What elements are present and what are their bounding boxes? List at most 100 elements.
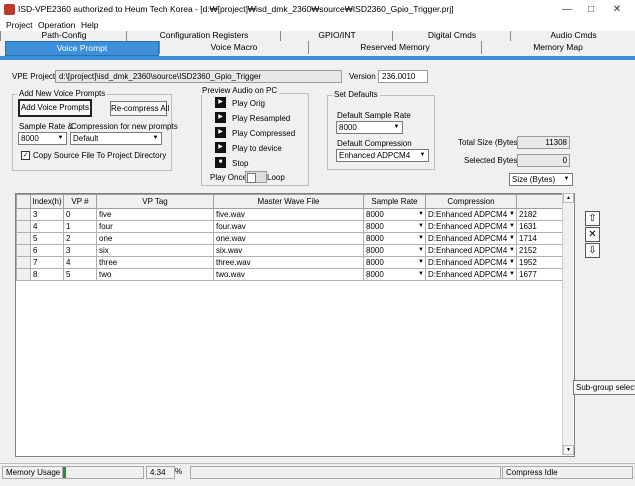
cell-compression[interactable]: D:Enhanced ADPCM4 ▼ [425,244,517,257]
play-mode-toggle[interactable] [245,171,267,183]
cell-vp-tag[interactable]: five [96,208,214,221]
chevron-down-icon[interactable]: ▼ [417,245,425,256]
cell-sample-rate[interactable]: 8000 ▼ [363,232,426,245]
cell-sample-rate[interactable]: 8000 ▼ [363,268,426,281]
maximize-button[interactable]: □ [580,2,602,17]
table-row[interactable]: 7 4 three three.wav 8000 ▼ D:Enhanced ADPCM4 ▼ 1… [16,256,563,269]
table-row[interactable]: 6 3 six six.wav 8000 ▼ D:Enhanced ADPCM4 ▼ 2152 [16,244,563,257]
cell-vp-num[interactable]: 2 [63,232,97,245]
add-voice-prompts-button[interactable]: Add Voice Prompts [18,99,92,117]
cell-index[interactable]: 6 [30,244,64,257]
tab-configuration-registers[interactable]: Configuration Registers [126,31,281,41]
cell-master-wave[interactable]: five.wav [213,208,364,221]
stop-button[interactable]: ■ [215,157,226,168]
cell-size[interactable]: 2182 [516,208,563,221]
cell-vp-num[interactable]: 3 [63,244,97,257]
table-scrollbar[interactable]: ▲ ▼ [562,193,574,455]
close-button[interactable]: ✕ [606,2,628,17]
cell-index[interactable]: 3 [30,208,64,221]
menu-operation[interactable]: Operation [38,19,75,31]
menu-help[interactable]: Help [81,19,98,31]
cell-vp-tag[interactable]: three [96,256,214,269]
table-row[interactable]: 5 2 one one.wav 8000 ▼ D:Enhanced ADPCM4 ▼ 1714 [16,232,563,245]
cell-sample-rate[interactable]: 8000 ▼ [363,256,426,269]
cell-size[interactable]: 1677 [516,268,563,281]
cell-vp-tag[interactable]: four [96,220,214,233]
chevron-down-icon[interactable]: ▼ [508,257,516,268]
chevron-down-icon[interactable]: ▼ [508,233,516,244]
chevron-down-icon[interactable]: ▼ [508,209,516,220]
row-header[interactable] [16,256,31,269]
delete-button[interactable]: ✕ [585,227,600,242]
cell-compression[interactable]: D:Enhanced ADPCM4 ▼ [425,268,517,281]
col-header-index[interactable]: Index(h) [30,194,64,209]
cell-size[interactable]: 2152 [516,244,563,257]
cell-size[interactable]: 1952 [516,256,563,269]
size-unit-select[interactable]: Size (Bytes) ▼ [509,173,573,186]
chevron-down-icon[interactable]: ▼ [417,209,425,220]
row-header[interactable] [16,268,31,281]
cell-index[interactable]: 7 [30,256,64,269]
cell-master-wave[interactable]: six.wav [213,244,364,257]
cell-vp-tag[interactable]: one [96,232,214,245]
cell-sample-rate[interactable]: 8000 ▼ [363,244,426,257]
row-header[interactable] [16,220,31,233]
col-header-sample-rate[interactable]: Sample Rate [363,194,426,209]
chevron-down-icon[interactable]: ▼ [417,233,425,244]
tab-voice-macro[interactable]: Voice Macro [159,41,308,54]
cell-vp-tag[interactable]: six [96,244,214,257]
tab-audio-cmds[interactable]: Audio Cmds [510,31,635,41]
play-device-button[interactable]: ▶ [215,142,226,153]
subgroup-selection-button[interactable]: Sub-group selection [573,380,635,395]
tab-path-config[interactable]: Path-Config [0,31,127,41]
cell-sample-rate[interactable]: 8000 ▼ [363,220,426,233]
cell-size[interactable]: 1714 [516,232,563,245]
cell-index[interactable]: 8 [30,268,64,281]
copy-source-checkbox[interactable]: ✓ [21,151,30,160]
play-compressed-button[interactable]: ▶ [215,127,226,138]
chevron-down-icon[interactable]: ▼ [508,221,516,232]
play-resampled-button[interactable]: ▶ [215,112,226,123]
cell-master-wave[interactable]: four.wav [213,220,364,233]
move-up-button[interactable]: ⇧ [585,211,600,226]
table-row[interactable]: 4 1 four four.wav 8000 ▼ D:Enhanced ADPCM4 ▼ 163… [16,220,563,233]
play-orig-button[interactable]: ▶ [215,97,226,108]
row-header[interactable] [16,244,31,257]
scroll-down-icon[interactable]: ▼ [563,445,574,455]
chevron-down-icon[interactable]: ▼ [508,245,516,256]
chevron-down-icon[interactable]: ▼ [417,221,425,232]
chevron-down-icon[interactable]: ▼ [508,269,516,280]
table-row[interactable]: 3 0 five five.wav 8000 ▼ D:Enhanced ADPCM4 ▼ 218… [16,208,563,221]
sample-rate-select[interactable]: 8000 ▼ [18,132,67,145]
default-sample-rate-select[interactable]: 8000 ▼ [336,121,403,134]
cell-compression[interactable]: D:Enhanced ADPCM4 ▼ [425,220,517,233]
cell-vp-num[interactable]: 0 [63,208,97,221]
col-header-master-wave[interactable]: Master Wave File [213,194,364,209]
cell-vp-num[interactable]: 1 [63,220,97,233]
col-header-size[interactable] [516,194,563,209]
table-row[interactable]: 8 5 two two.wav 8000 ▼ D:Enhanced ADPCM4 ▼ 1677 [16,268,563,281]
cell-compression[interactable]: D:Enhanced ADPCM4 ▼ [425,208,517,221]
cell-index[interactable]: 5 [30,232,64,245]
cell-master-wave[interactable]: two.wav [213,268,364,281]
tab-memory-map[interactable]: Memory Map [481,41,634,54]
cell-vp-tag[interactable]: two [96,268,214,281]
cell-vp-num[interactable]: 5 [63,268,97,281]
move-down-button[interactable]: ⇩ [585,243,600,258]
scroll-up-icon[interactable]: ▲ [563,193,574,203]
row-header[interactable] [16,232,31,245]
row-header[interactable] [16,208,31,221]
recompress-all-button[interactable]: Re-compress All [110,101,169,116]
cell-compression[interactable]: D:Enhanced ADPCM4 ▼ [425,256,517,269]
cell-sample-rate[interactable]: 8000 ▼ [363,208,426,221]
cell-vp-num[interactable]: 4 [63,256,97,269]
tab-voice-prompt[interactable]: Voice Prompt [5,41,159,56]
minimize-button[interactable]: — [556,2,578,17]
cell-size[interactable]: 1631 [516,220,563,233]
menu-project[interactable]: Project [6,19,32,31]
col-header-compression[interactable]: Compression [425,194,517,209]
col-header-vp-tag[interactable]: VP Tag [96,194,214,209]
compression-new-select[interactable]: Default ▼ [70,132,162,145]
chevron-down-icon[interactable]: ▼ [417,257,425,268]
tab-gpio-int[interactable]: GPIO/INT [280,31,393,41]
